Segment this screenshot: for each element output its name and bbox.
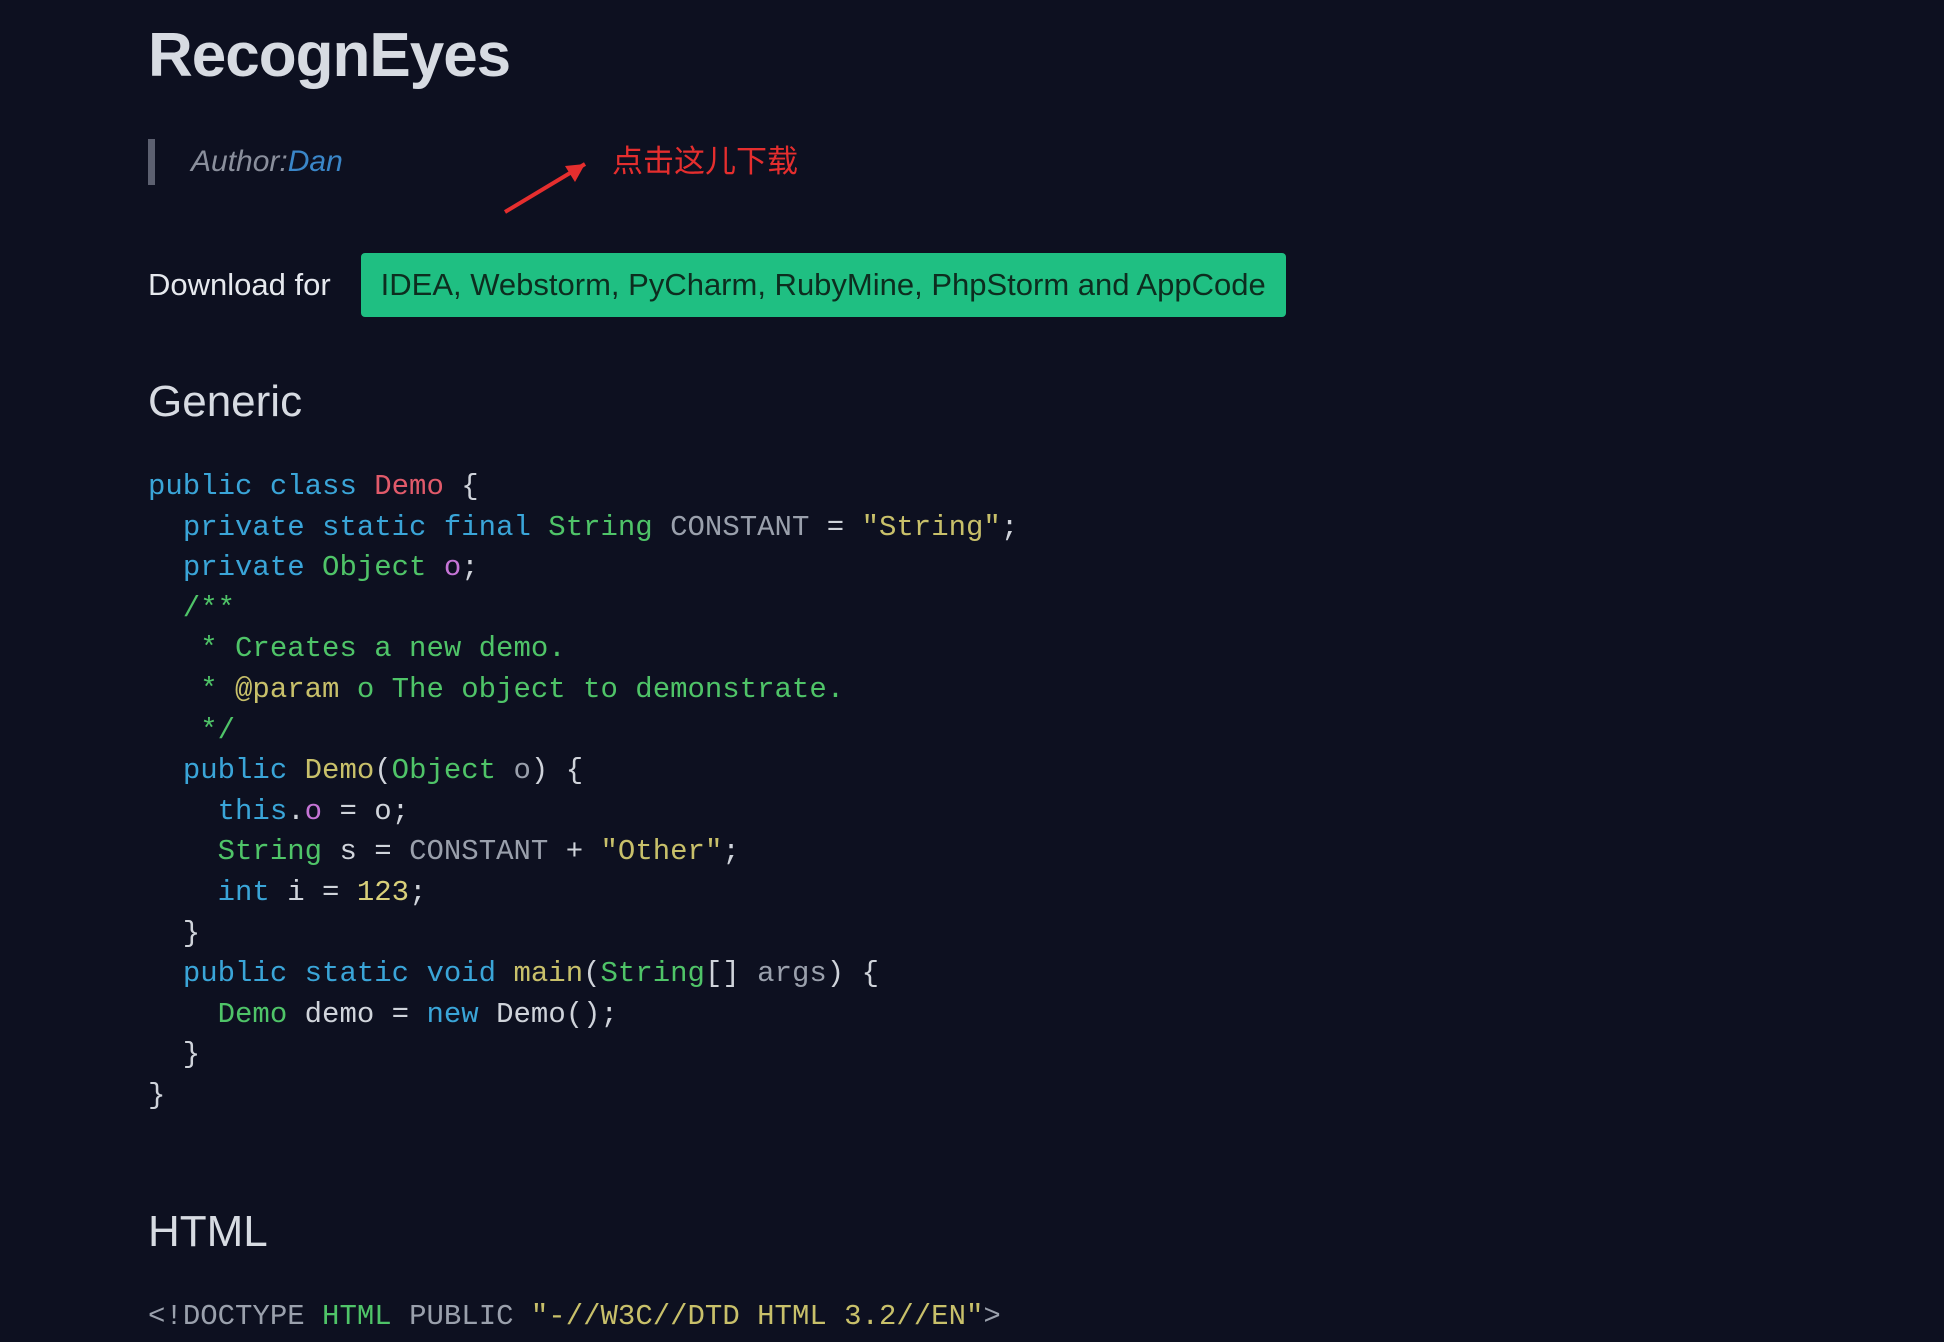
code-token: Demo bbox=[305, 754, 375, 787]
code-block-generic: public class Demo { private static final… bbox=[148, 467, 1796, 1117]
code-token: ) { bbox=[827, 957, 879, 990]
code-token: class bbox=[270, 470, 357, 503]
code-token: * Creates a new demo. bbox=[148, 632, 566, 665]
download-row: Download for IDEA, Webstorm, PyCharm, Ru… bbox=[148, 253, 1796, 317]
code-token: DOCTYPE bbox=[183, 1300, 305, 1333]
code-token: + bbox=[548, 835, 600, 868]
code-token: HTML bbox=[322, 1300, 392, 1333]
code-token: [] bbox=[705, 957, 757, 990]
code-token: CONSTANT bbox=[409, 835, 548, 868]
code-token: = bbox=[374, 998, 426, 1031]
section-heading-generic: Generic bbox=[148, 377, 1796, 427]
code-token: o bbox=[374, 795, 391, 828]
code-token: ; bbox=[722, 835, 739, 868]
code-token: this bbox=[218, 795, 288, 828]
code-token: > bbox=[983, 1300, 1000, 1333]
author-link[interactable]: Dan bbox=[288, 145, 343, 179]
code-token: String bbox=[548, 511, 652, 544]
code-token: o The object to demonstrate. bbox=[339, 673, 844, 706]
code-token bbox=[392, 1300, 409, 1333]
code-token: ( bbox=[583, 957, 600, 990]
quote-bar bbox=[148, 139, 155, 185]
code-token: static bbox=[305, 957, 409, 990]
code-token: */ bbox=[148, 714, 235, 747]
section-heading-html: HTML bbox=[148, 1207, 1796, 1257]
code-token: private bbox=[183, 511, 305, 544]
code-token: . bbox=[287, 795, 304, 828]
code-token: = bbox=[809, 511, 861, 544]
code-block-html: <!DOCTYPE HTML PUBLIC "-//W3C//DTD HTML … bbox=[148, 1297, 1796, 1342]
code-token: public bbox=[148, 470, 252, 503]
code-token: public bbox=[183, 754, 287, 787]
code-token: void bbox=[426, 957, 496, 990]
code-token: "String" bbox=[862, 511, 1001, 544]
code-token: public bbox=[183, 957, 287, 990]
code-token: @param bbox=[235, 673, 339, 706]
code-token: "Other" bbox=[601, 835, 723, 868]
code-token: } bbox=[148, 1038, 200, 1071]
code-token: ) { bbox=[531, 754, 583, 787]
download-annotation: 点击这儿下载 bbox=[612, 136, 798, 181]
code-token: ; bbox=[1001, 511, 1018, 544]
code-token: String bbox=[601, 957, 705, 990]
page-title: RecognEyes bbox=[148, 20, 1796, 91]
code-token: } bbox=[148, 1079, 165, 1112]
code-token: ; bbox=[409, 876, 426, 909]
code-token: } bbox=[148, 917, 200, 950]
code-token: Demo bbox=[374, 470, 444, 503]
code-token: demo bbox=[287, 998, 374, 1031]
code-token: = bbox=[305, 876, 357, 909]
code-token: (); bbox=[566, 998, 618, 1031]
code-token: 123 bbox=[357, 876, 409, 909]
code-token: ; bbox=[392, 795, 409, 828]
code-token: Object bbox=[322, 551, 426, 584]
code-token: ; bbox=[461, 551, 478, 584]
code-token: o bbox=[444, 551, 461, 584]
code-token: * bbox=[148, 673, 235, 706]
code-token: { bbox=[444, 470, 479, 503]
code-token: private bbox=[183, 551, 305, 584]
code-token: args bbox=[757, 957, 827, 990]
code-token: PUBLIC bbox=[409, 1300, 513, 1333]
code-token: /** bbox=[148, 592, 235, 625]
code-token: static bbox=[322, 511, 426, 544]
download-button[interactable]: IDEA, Webstorm, PyCharm, RubyMine, PhpSt… bbox=[361, 253, 1286, 317]
code-token bbox=[514, 1300, 531, 1333]
code-token: int bbox=[218, 876, 270, 909]
code-token: Demo bbox=[218, 998, 288, 1031]
code-token: ( bbox=[374, 754, 391, 787]
page-content: RecognEyes Author: Dan 点击这儿下载 Download f… bbox=[0, 0, 1944, 1342]
author-label: Author: bbox=[191, 145, 288, 179]
code-token: o bbox=[496, 754, 531, 787]
code-token: = bbox=[357, 835, 409, 868]
code-token: CONSTANT bbox=[670, 511, 809, 544]
code-token: <! bbox=[148, 1300, 183, 1333]
code-token: s bbox=[322, 835, 357, 868]
code-token: o bbox=[305, 795, 322, 828]
download-label: Download for bbox=[148, 267, 331, 303]
code-token bbox=[305, 1300, 322, 1333]
code-token: Demo bbox=[479, 998, 566, 1031]
code-token: new bbox=[426, 998, 478, 1031]
code-token: String bbox=[218, 835, 322, 868]
code-token: "-//W3C//DTD HTML 3.2//EN" bbox=[531, 1300, 983, 1333]
author-block: Author: Dan bbox=[148, 139, 1796, 185]
code-token: Object bbox=[392, 754, 496, 787]
code-token: i bbox=[270, 876, 305, 909]
code-token: main bbox=[514, 957, 584, 990]
code-token: = bbox=[322, 795, 374, 828]
code-token: final bbox=[444, 511, 531, 544]
